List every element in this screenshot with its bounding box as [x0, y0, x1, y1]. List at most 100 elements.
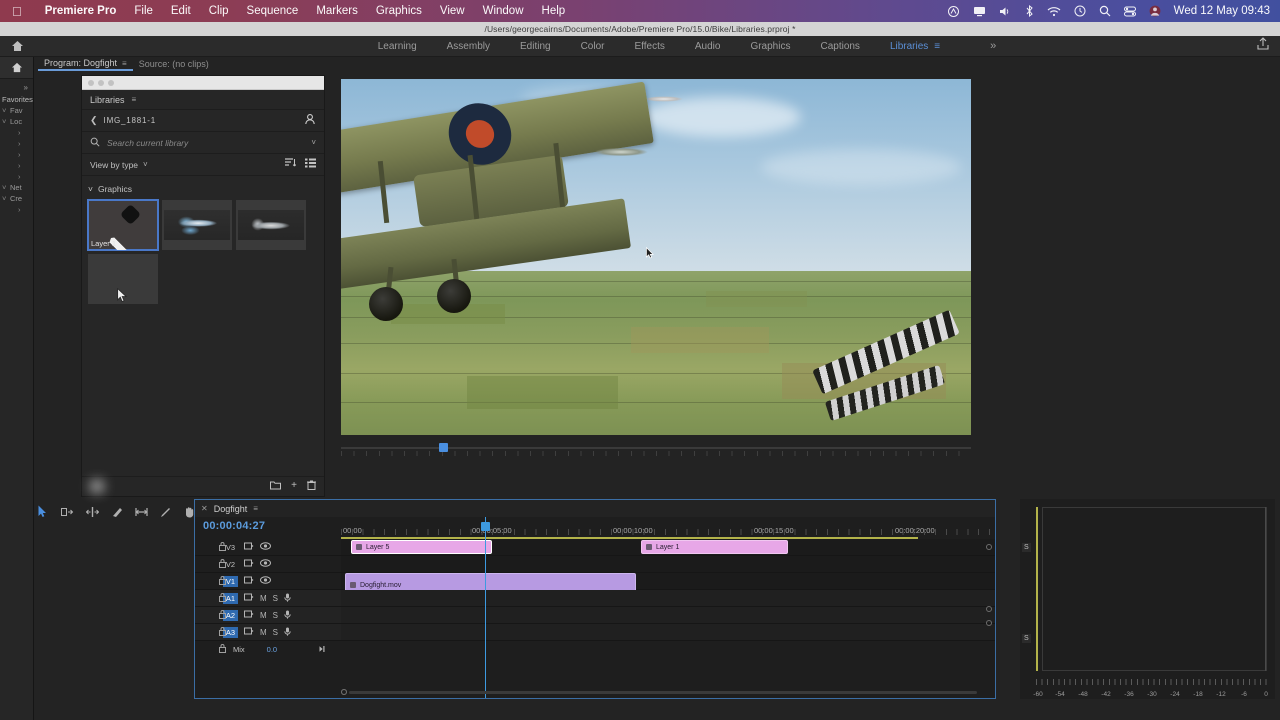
razor-tool[interactable] — [111, 505, 123, 523]
eye-icon[interactable] — [260, 576, 271, 586]
menu-view[interactable]: View — [431, 5, 474, 17]
keyframe-icon[interactable] — [315, 645, 325, 655]
microphone-icon[interactable] — [284, 627, 291, 638]
finder-collapse-icon[interactable]: » — [0, 79, 33, 94]
menu-app-name[interactable]: Premiere Pro — [36, 5, 126, 17]
target-track-icon[interactable] — [244, 627, 254, 637]
tab-editing[interactable]: Editing — [520, 41, 551, 52]
asset-thumbnail-plane-blue[interactable] — [162, 200, 232, 250]
timeline-playhead-timecode[interactable]: 00:00:04:27 — [195, 517, 341, 536]
track-v3-body[interactable]: Layer 5 Layer 1 — [341, 539, 995, 555]
panel-menu-icon[interactable]: ≡ — [253, 504, 258, 513]
library-search-row[interactable]: Search current library ˅ — [82, 132, 324, 154]
menu-file[interactable]: File — [125, 5, 162, 17]
tab-captions[interactable]: Captions — [820, 41, 859, 52]
menu-help[interactable]: Help — [533, 5, 575, 17]
track-v2-body[interactable] — [341, 556, 995, 572]
finder-group-loc[interactable]: ˅ Loc — [0, 116, 33, 127]
selection-tool[interactable] — [38, 505, 49, 523]
tab-libraries[interactable]: Libraries — [890, 41, 928, 52]
finder-group-net[interactable]: ˅ Net — [0, 182, 33, 193]
asset-group-header[interactable]: ˅ Graphics — [88, 184, 318, 194]
finder-home-icon[interactable] — [0, 57, 33, 79]
target-track-icon[interactable] — [244, 559, 254, 569]
target-track-icon[interactable] — [244, 542, 254, 552]
finder-group-creative[interactable]: ˅ Cre — [0, 193, 33, 204]
libraries-tab-label[interactable]: Libraries — [90, 95, 125, 105]
menu-sequence[interactable]: Sequence — [238, 5, 308, 17]
tab-graphics[interactable]: Graphics — [750, 41, 790, 52]
collaborate-icon[interactable] — [304, 113, 316, 128]
lock-icon[interactable] — [219, 644, 226, 655]
lock-icon[interactable] — [219, 626, 226, 638]
solo-button[interactable]: S — [273, 628, 278, 637]
chevron-down-icon[interactable]: ˅ — [311, 138, 316, 147]
lock-icon[interactable] — [219, 609, 226, 621]
tab-program-dogfight[interactable]: Program: Dogfight ≡ — [38, 57, 133, 71]
menu-graphics[interactable]: Graphics — [367, 5, 431, 17]
finder-group-fav[interactable]: ˅ Fav — [0, 105, 33, 116]
bluetooth-icon[interactable] — [1025, 5, 1034, 17]
target-track-icon[interactable] — [244, 593, 254, 603]
menubar-clock[interactable]: Wed 12 May 09:43 — [1174, 5, 1270, 17]
panel-menu-icon[interactable]: ≡ — [132, 95, 137, 104]
tab-learning[interactable]: Learning — [378, 41, 417, 52]
plus-icon[interactable]: + — [291, 480, 297, 493]
track-select-forward-tool[interactable] — [61, 505, 74, 523]
finder-item-5[interactable]: › — [0, 171, 33, 182]
workspace-menu-icon[interactable]: ≡ — [934, 41, 940, 52]
volume-icon[interactable] — [999, 6, 1012, 17]
new-library-icon[interactable] — [270, 480, 282, 493]
asset-thumbnail-plane-grey[interactable] — [236, 200, 306, 250]
timeline-vertical-scrollbar[interactable] — [986, 544, 993, 678]
program-video-frame[interactable] — [341, 79, 971, 435]
finder-item-6[interactable]: › — [0, 204, 33, 215]
chevron-down-icon[interactable]: ˅ — [143, 160, 148, 169]
eye-icon[interactable] — [260, 542, 271, 552]
microphone-icon[interactable] — [284, 593, 291, 604]
program-playhead[interactable] — [439, 443, 448, 452]
maximize-icon[interactable] — [108, 79, 114, 86]
mute-button[interactable]: M — [260, 628, 267, 637]
menu-edit[interactable]: Edit — [162, 5, 200, 17]
finder-item-1[interactable]: › — [0, 127, 33, 138]
pen-tool[interactable] — [160, 505, 172, 523]
lock-icon[interactable] — [219, 575, 226, 587]
chevron-left-icon[interactable]: ❮ — [90, 115, 98, 126]
search-input[interactable]: Search current library — [107, 138, 188, 148]
tab-color[interactable]: Color — [581, 41, 605, 52]
creative-cloud-icon[interactable] — [947, 5, 960, 17]
target-track-icon[interactable] — [244, 610, 254, 620]
tab-audio[interactable]: Audio — [695, 41, 721, 52]
search-icon[interactable] — [1099, 5, 1111, 17]
track-a3-body[interactable] — [341, 624, 995, 640]
finder-item-4[interactable]: › — [0, 160, 33, 171]
solo-button[interactable]: S — [273, 611, 278, 620]
minimize-icon[interactable] — [98, 79, 104, 86]
menu-clip[interactable]: Clip — [200, 5, 238, 17]
timeline-ruler[interactable]: 00:00 00:00:05:00 00:00:10:00 00:00:15:0… — [341, 517, 995, 539]
home-icon[interactable] — [0, 40, 34, 52]
ripple-edit-tool[interactable] — [85, 505, 100, 523]
mute-button[interactable]: M — [260, 594, 267, 603]
solo-button-2[interactable]: S — [1022, 634, 1031, 643]
timeline-sequence-name[interactable]: Dogfight — [214, 504, 248, 514]
close-icon[interactable]: ✕ — [201, 504, 208, 513]
eye-icon[interactable] — [260, 559, 271, 569]
finder-item-3[interactable]: › — [0, 149, 33, 160]
tab-assembly[interactable]: Assembly — [447, 41, 490, 52]
apple-icon[interactable]:  — [12, 5, 22, 18]
solo-button-1[interactable]: S — [1022, 543, 1031, 552]
list-view-icon[interactable] — [305, 158, 316, 171]
control-center-icon[interactable] — [1123, 6, 1136, 17]
screen-share-icon[interactable] — [973, 6, 986, 17]
tab-source[interactable]: Source: (no clips) — [133, 59, 215, 69]
slip-tool[interactable] — [135, 505, 148, 523]
cloud-sync-icon[interactable] — [90, 480, 104, 493]
track-a1-body[interactable] — [341, 590, 995, 606]
microphone-icon[interactable] — [284, 610, 291, 621]
asset-thumbnail-layer-1[interactable]: Layer 1 — [87, 199, 159, 251]
clip-layer-1[interactable]: Layer 1 — [641, 540, 788, 554]
trash-icon[interactable] — [307, 480, 316, 493]
lock-icon[interactable] — [219, 558, 226, 570]
